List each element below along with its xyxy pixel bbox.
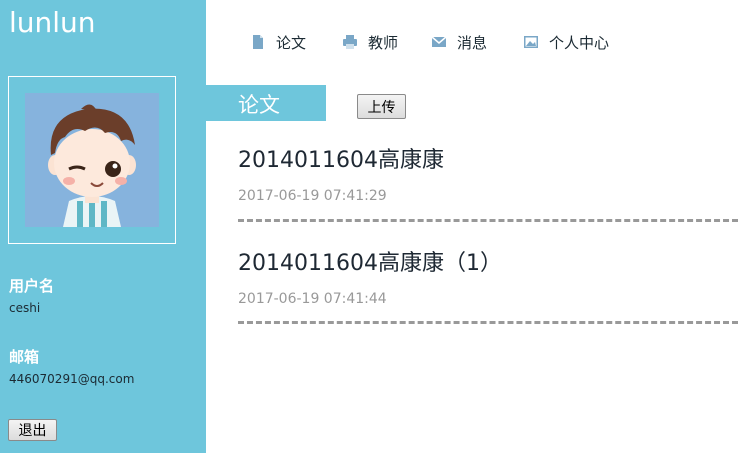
- nav-item-profile[interactable]: 个人中心: [523, 32, 609, 53]
- paper-date: 2017-06-19 07:41:29: [238, 188, 387, 204]
- paper-date: 2017-06-19 07:41:44: [238, 291, 387, 307]
- section-tab: 论文: [206, 85, 326, 121]
- paper-title[interactable]: 2014011604高康康（1）: [238, 245, 738, 277]
- username-value: ceshi: [9, 301, 41, 315]
- avatar-frame: [8, 76, 176, 244]
- username-label: 用户名: [9, 277, 55, 295]
- sidebar: lunlun 用户名 ceshi 邮箱 446070291@qq.com 退出: [0, 0, 206, 453]
- app-logo[interactable]: lunlun: [9, 6, 96, 39]
- list-item: 2014011604高康康 2017-06-19 07:41:29: [238, 142, 738, 204]
- nav-label: 论文: [276, 33, 307, 52]
- section-title: 论文: [238, 93, 280, 117]
- upload-button[interactable]: 上传: [357, 94, 406, 119]
- document-icon: [250, 34, 266, 50]
- nav-item-messages[interactable]: 消息: [431, 32, 487, 53]
- logout-button[interactable]: 退出: [8, 419, 57, 441]
- list-item: 2014011604高康康（1） 2017-06-19 07:41:44: [238, 245, 738, 307]
- nav-item-papers[interactable]: 论文: [250, 32, 306, 53]
- email-value: 446070291@qq.com: [9, 372, 135, 386]
- email-label: 邮箱: [9, 348, 40, 366]
- nav-item-teachers[interactable]: 教师: [342, 32, 398, 53]
- top-nav: 论文 教师 消息 个人中心: [250, 30, 645, 54]
- envelope-icon: [431, 34, 447, 50]
- divider: [238, 219, 738, 222]
- nav-label: 消息: [457, 33, 488, 52]
- divider: [238, 321, 738, 324]
- nav-label: 个人中心: [549, 33, 610, 52]
- picture-icon: [523, 34, 539, 50]
- paper-title[interactable]: 2014011604高康康: [238, 142, 738, 174]
- avatar: [25, 93, 159, 227]
- nav-label: 教师: [368, 33, 399, 52]
- printer-icon: [342, 34, 358, 50]
